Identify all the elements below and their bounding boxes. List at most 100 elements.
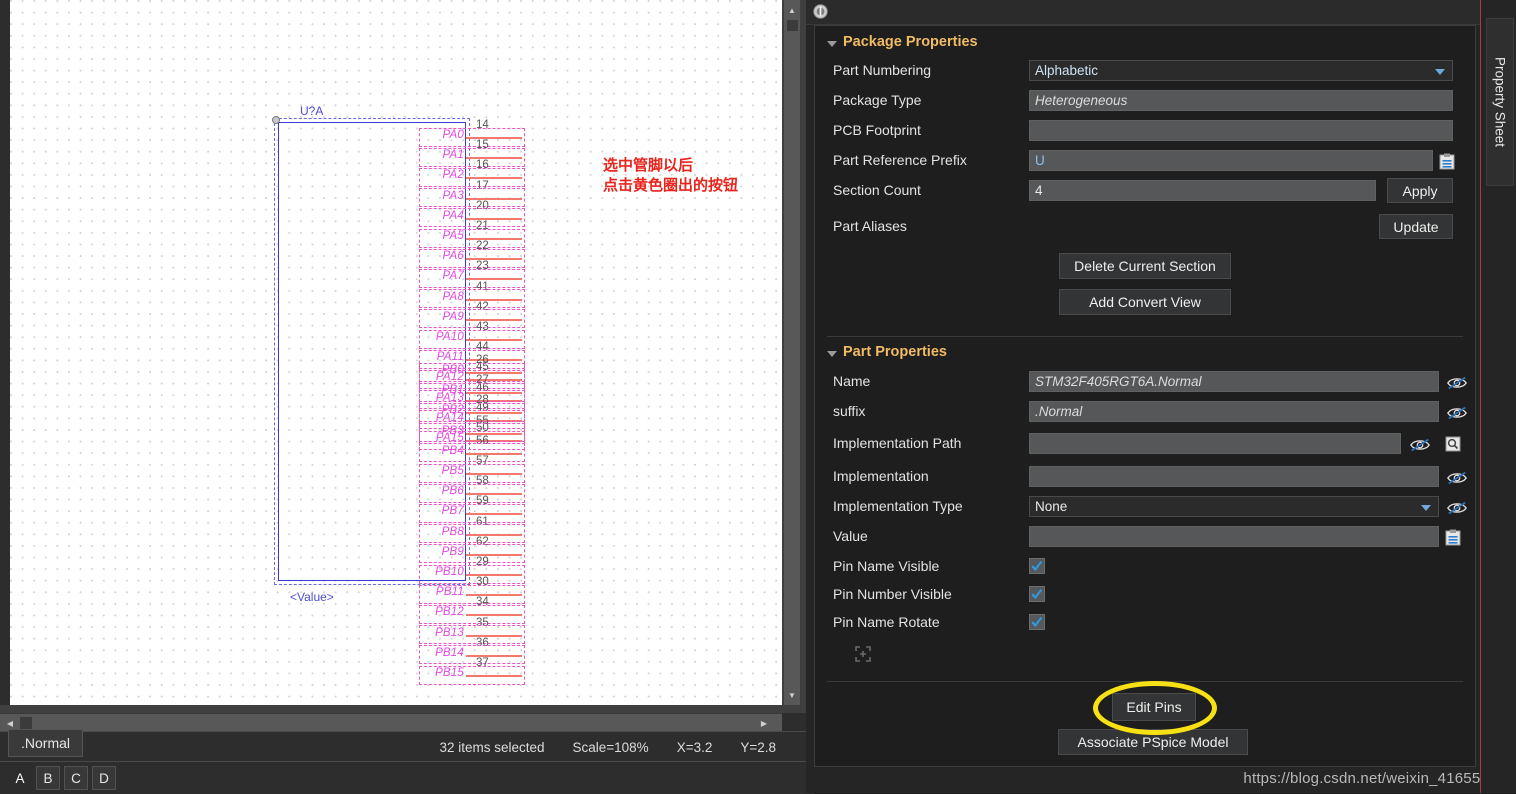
row-name: Name STM32F405RGT6A.Normal bbox=[833, 371, 1473, 395]
pin-selection-box bbox=[419, 309, 525, 329]
pin-selection-box bbox=[419, 463, 525, 483]
eye-hidden-icon-3[interactable] bbox=[1409, 437, 1431, 453]
pin-selection-box bbox=[419, 443, 525, 463]
clipboard-icon[interactable] bbox=[1438, 152, 1456, 170]
property-sheet-panel: Package Properties Part Numbering Alphab… bbox=[806, 0, 1516, 793]
associate-pspice-model-button[interactable]: Associate PSpice Model bbox=[1058, 729, 1248, 755]
pin-selection-box bbox=[419, 208, 525, 228]
pin-selection-box bbox=[419, 503, 525, 523]
field-section-count[interactable]: 4 bbox=[1029, 180, 1376, 201]
field-implementation-type[interactable]: None bbox=[1029, 496, 1439, 517]
label-section-count: Section Count bbox=[833, 182, 921, 198]
row-value: Value bbox=[833, 526, 1473, 550]
check-icon-3 bbox=[1031, 616, 1043, 628]
label-implementation-type: Implementation Type bbox=[833, 498, 963, 514]
row-implementation-path: Implementation Path bbox=[833, 433, 1473, 457]
pin-selection-box bbox=[419, 423, 525, 443]
pin-selection-box bbox=[419, 167, 525, 187]
field-implementation[interactable] bbox=[1029, 466, 1439, 487]
value-implementation-type: None bbox=[1035, 499, 1068, 514]
horizontal-scroll-thumb[interactable] bbox=[20, 717, 32, 729]
row-part-numbering: Part Numbering Alphabetic bbox=[833, 60, 1453, 84]
eye-hidden-icon-5[interactable] bbox=[1446, 500, 1468, 516]
gear-icon[interactable] bbox=[812, 3, 829, 20]
section-divider bbox=[827, 336, 1463, 337]
sheet-tab-normal[interactable]: .Normal bbox=[8, 729, 84, 757]
tab-property-sheet-label: Property Sheet bbox=[1492, 56, 1508, 148]
application-window: U?A <Value> 选中管脚以后 点击黄色圈出的按钮 PA0 14 PA1 15 P… bbox=[0, 0, 1516, 794]
canvas-horizontal-scrollbar[interactable]: ◀ ▶ bbox=[0, 713, 782, 732]
eye-hidden-icon-2[interactable] bbox=[1446, 405, 1468, 421]
row-pcb-footprint: PCB Footprint bbox=[833, 120, 1453, 144]
checkbox-pin-name-rotate[interactable] bbox=[1029, 614, 1045, 630]
footer-divider bbox=[827, 681, 1463, 682]
section-tab-bar: ABCD bbox=[0, 761, 814, 794]
package-properties-header[interactable]: Package Properties bbox=[827, 34, 978, 50]
apply-button[interactable]: Apply bbox=[1387, 178, 1453, 203]
section-tab-d[interactable]: D bbox=[92, 766, 116, 790]
row-suffix: suffix .Normal bbox=[833, 401, 1473, 425]
vertical-scroll-thumb[interactable] bbox=[787, 20, 798, 31]
delete-current-section-button[interactable]: Delete Current Section bbox=[1059, 253, 1231, 279]
row-implementation-type: Implementation Type None bbox=[833, 496, 1473, 520]
property-sheet-body: Package Properties Part Numbering Alphab… bbox=[814, 25, 1476, 767]
field-value[interactable] bbox=[1029, 526, 1439, 547]
pin-selection-box bbox=[419, 248, 525, 268]
scroll-right-icon[interactable]: ▶ bbox=[756, 714, 772, 732]
scroll-up-icon[interactable]: ▲ bbox=[784, 2, 800, 18]
field-pcb-footprint[interactable] bbox=[1029, 120, 1453, 141]
expand-add-icon[interactable] bbox=[855, 646, 871, 662]
row-pin-number-visible: Pin Number Visible bbox=[833, 586, 1473, 608]
selection-handle[interactable] bbox=[272, 116, 280, 124]
section-tab-a[interactable]: A bbox=[8, 766, 32, 790]
field-package-type: Heterogeneous bbox=[1029, 90, 1453, 111]
part-symbol[interactable]: U?A <Value> 选中管脚以后 点击黄色圈出的按钮 PA0 14 PA1 15 P… bbox=[10, 0, 782, 705]
status-scale: Scale=108% bbox=[572, 739, 649, 755]
label-part-aliases: Part Aliases bbox=[833, 218, 907, 234]
browse-folder-icon[interactable] bbox=[1444, 435, 1462, 453]
pin-selection-box bbox=[419, 188, 525, 208]
scroll-down-icon[interactable]: ▼ bbox=[784, 687, 800, 703]
tab-property-sheet[interactable]: Property Sheet bbox=[1486, 18, 1514, 186]
pin-selection-box bbox=[419, 147, 525, 167]
chevron-down-icon-2[interactable] bbox=[1421, 505, 1431, 511]
pin-selection-box bbox=[419, 382, 525, 402]
chevron-down-icon[interactable] bbox=[1435, 69, 1445, 75]
section-tab-b[interactable]: B bbox=[36, 766, 60, 790]
label-implementation: Implementation bbox=[833, 468, 929, 484]
right-dock-strip: Property Sheet bbox=[1480, 0, 1516, 793]
clipboard-icon-2[interactable] bbox=[1444, 528, 1462, 546]
field-implementation-path[interactable] bbox=[1029, 433, 1401, 454]
pin-selection-box bbox=[419, 564, 525, 584]
field-suffix: .Normal bbox=[1029, 401, 1439, 422]
field-part-numbering[interactable]: Alphabetic bbox=[1029, 60, 1453, 81]
eye-hidden-icon-4[interactable] bbox=[1446, 470, 1468, 486]
add-convert-view-button[interactable]: Add Convert View bbox=[1059, 289, 1231, 315]
collapse-triangle-icon[interactable] bbox=[827, 40, 837, 47]
field-part-reference-prefix[interactable]: U bbox=[1029, 150, 1433, 171]
pin-selection-box bbox=[419, 402, 525, 422]
package-properties-title: Package Properties bbox=[843, 34, 978, 50]
schematic-canvas[interactable]: U?A <Value> 选中管脚以后 点击黄色圈出的按钮 PA0 14 PA1 15 P… bbox=[10, 0, 782, 705]
edit-pins-button[interactable]: Edit Pins bbox=[1112, 693, 1196, 721]
value-package-type: Heterogeneous bbox=[1035, 93, 1128, 108]
status-bar: .Normal 32 items selected Scale=108% X=3… bbox=[0, 729, 806, 762]
part-properties-header[interactable]: Part Properties bbox=[827, 344, 947, 360]
pin-selection-box bbox=[419, 228, 525, 248]
pin-selection-box bbox=[419, 604, 525, 624]
section-tab-c[interactable]: C bbox=[64, 766, 88, 790]
canvas-vertical-scrollbar[interactable]: ▲ ▼ bbox=[784, 0, 800, 705]
update-button[interactable]: Update bbox=[1379, 214, 1453, 239]
eye-hidden-icon[interactable] bbox=[1446, 375, 1468, 391]
value-part-reference-prefix: U bbox=[1035, 153, 1045, 168]
symbol-reference-label: U?A bbox=[300, 104, 324, 118]
status-selection-count: 32 items selected bbox=[439, 739, 545, 755]
pin-selection-box bbox=[419, 665, 525, 685]
row-part-aliases: Part Aliases Update bbox=[833, 214, 1453, 240]
check-icon bbox=[1031, 560, 1043, 572]
collapse-triangle-icon-2[interactable] bbox=[827, 350, 837, 357]
row-section-count: Section Count 4 Apply bbox=[833, 178, 1453, 204]
status-y-coordinate: Y=2.8 bbox=[740, 739, 776, 755]
checkbox-pin-name-visible[interactable] bbox=[1029, 558, 1045, 574]
checkbox-pin-number-visible[interactable] bbox=[1029, 586, 1045, 602]
